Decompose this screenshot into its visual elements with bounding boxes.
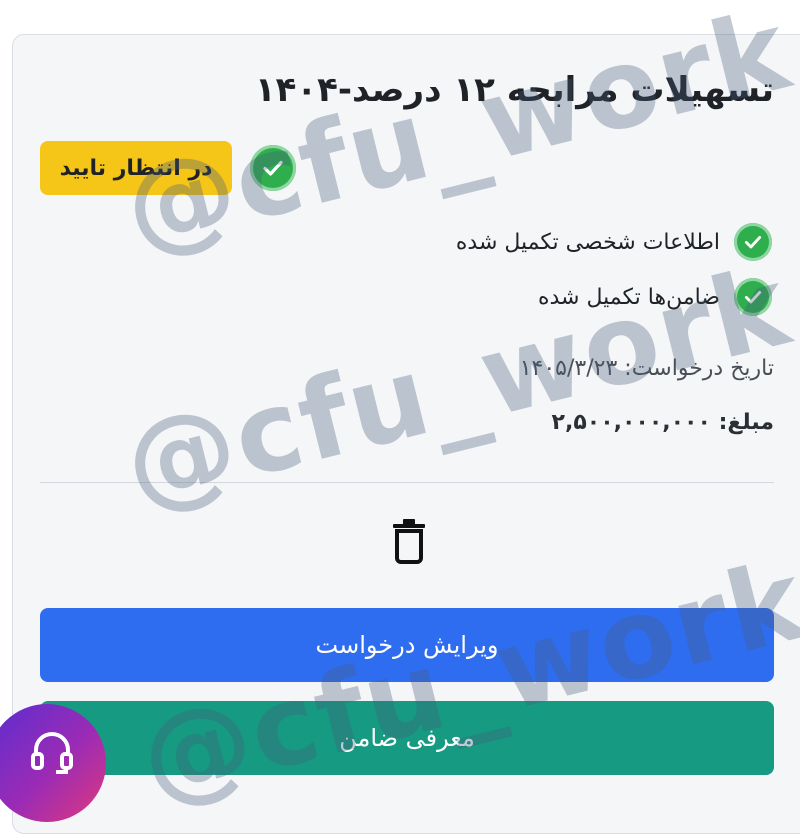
checklist-item-guarantors: ضامن‌ها تکمیل شده bbox=[538, 277, 772, 317]
checklist-item-label: اطلاعات شخصی تکمیل شده bbox=[455, 229, 720, 255]
status-badge: در انتظار تایید bbox=[40, 141, 232, 195]
trash-icon bbox=[393, 519, 425, 564]
checklist-item-label: ضامن‌ها تکمیل شده bbox=[537, 284, 720, 310]
request-date-value: ۱۴۰۵/۳/۲۳ bbox=[519, 356, 618, 381]
edit-request-button[interactable]: ویرایش درخواست bbox=[40, 608, 774, 682]
request-date: تاریخ درخواست: ۱۴۰۵/۳/۲۳ bbox=[520, 356, 774, 381]
check-circle-icon bbox=[734, 278, 772, 316]
request-date-label: تاریخ درخواست: bbox=[624, 356, 774, 381]
delete-button[interactable] bbox=[386, 515, 432, 567]
loan-amount-value: ۲,۵۰۰,۰۰۰,۰۰۰ bbox=[551, 410, 711, 435]
introduce-guarantor-button[interactable]: معرفی ضامن bbox=[40, 701, 774, 775]
loan-amount: مبلغ: ۲,۵۰۰,۰۰۰,۰۰۰ bbox=[552, 410, 774, 435]
status-check-icon bbox=[250, 145, 296, 191]
divider bbox=[40, 482, 774, 483]
check-circle-icon bbox=[734, 223, 772, 261]
checklist-item-personal-info: اطلاعات شخصی تکمیل شده bbox=[456, 222, 772, 262]
card-title: تسهیلات مرابحه ۱۲ درصد-۱۴۰۴ bbox=[254, 70, 774, 110]
headset-icon bbox=[31, 732, 73, 774]
loan-amount-label: مبلغ: bbox=[718, 410, 774, 435]
